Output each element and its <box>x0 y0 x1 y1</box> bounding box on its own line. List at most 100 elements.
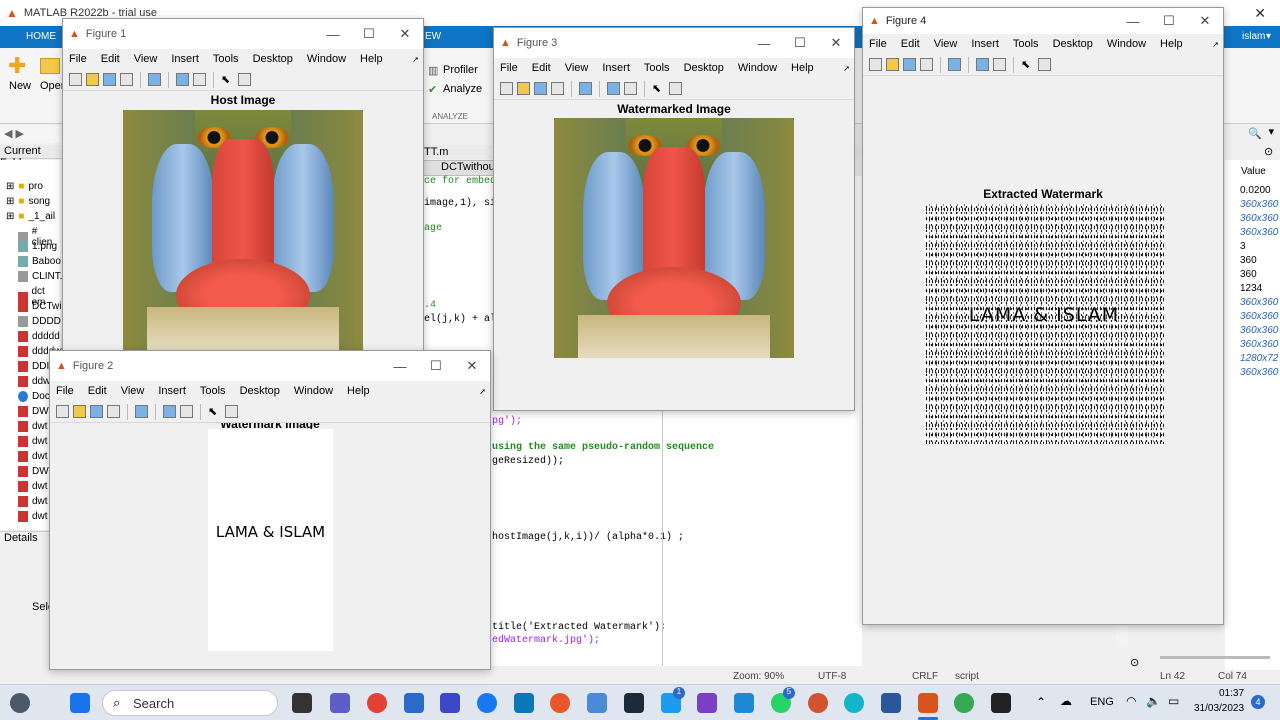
open-file-icon[interactable] <box>86 73 99 86</box>
minimize-icon[interactable]: — <box>1115 14 1151 29</box>
list-item[interactable]: DW <box>18 406 49 417</box>
list-item[interactable]: 1.png <box>18 241 57 252</box>
save-icon[interactable] <box>903 58 916 71</box>
terminal-icon[interactable] <box>991 693 1011 713</box>
tab-view[interactable]: EW <box>425 31 441 42</box>
list-item[interactable]: DDI <box>18 361 49 372</box>
list-item[interactable]: ⊞ ■ pro <box>6 181 43 192</box>
battery-icon[interactable]: ▭ <box>1168 694 1179 708</box>
property-editor-icon[interactable] <box>669 82 682 95</box>
list-item[interactable]: dwt <box>18 451 48 462</box>
link-plot-icon[interactable] <box>579 82 592 95</box>
new-figure-icon[interactable] <box>869 58 882 71</box>
app-icon[interactable] <box>550 693 570 713</box>
menu-tools[interactable]: Tools <box>1013 38 1039 50</box>
list-item[interactable]: ddddd <box>18 331 60 342</box>
back-icon[interactable]: ◀ ▶ <box>4 127 24 140</box>
menu-tools[interactable]: Tools <box>213 53 239 65</box>
workspace-dropdown[interactable]: ▾ <box>1225 125 1280 139</box>
maximize-icon[interactable]: ☐ <box>1151 13 1187 29</box>
menu-help[interactable]: Help <box>791 62 814 74</box>
matlab-icon[interactable] <box>918 693 938 713</box>
user-chevron-icon[interactable]: ▾ <box>1266 31 1271 42</box>
word-icon[interactable] <box>881 693 901 713</box>
clock-date[interactable]: 31/03/2023 <box>1194 703 1244 714</box>
list-item[interactable]: Doc <box>18 391 50 402</box>
new-figure-icon[interactable] <box>56 405 69 418</box>
legend-icon[interactable] <box>180 405 193 418</box>
dock-arrow-icon[interactable]: ➚ <box>412 55 419 64</box>
close-icon[interactable]: ✕ <box>818 35 854 51</box>
task-view-icon[interactable] <box>292 693 312 713</box>
menu-view[interactable]: View <box>565 62 589 74</box>
figure4-titlebar[interactable]: ▲ Figure 4 — ☐ ✕ <box>863 8 1223 34</box>
menu-file[interactable]: File <box>69 53 87 65</box>
app-icon[interactable] <box>440 693 460 713</box>
volume-icon[interactable]: 🔈 <box>1146 694 1161 708</box>
new-figure-icon[interactable] <box>69 73 82 86</box>
menu-desktop[interactable]: Desktop <box>253 53 293 65</box>
menu-tools[interactable]: Tools <box>200 385 226 397</box>
tab-home[interactable]: HOME <box>26 31 56 42</box>
save-icon[interactable] <box>534 82 547 95</box>
menu-view[interactable]: View <box>134 53 158 65</box>
maximize-icon[interactable]: ☐ <box>351 26 387 42</box>
list-item[interactable]: dwt <box>18 481 48 492</box>
tab-dctwithout[interactable]: DCTwithout <box>422 160 498 176</box>
store-icon[interactable] <box>404 693 424 713</box>
new-figure-icon[interactable] <box>500 82 513 95</box>
list-item[interactable]: ddwi <box>18 376 53 387</box>
chrome-profile-icon[interactable] <box>954 693 974 713</box>
pointer-icon[interactable]: ⬉ <box>1021 58 1034 71</box>
cloud-icon[interactable]: ☁ <box>1060 694 1072 708</box>
clock-time[interactable]: 01:37 <box>1219 688 1244 699</box>
menu-file[interactable]: File <box>869 38 887 50</box>
save-icon[interactable] <box>90 405 103 418</box>
property-editor-icon[interactable] <box>238 73 251 86</box>
menu-file[interactable]: File <box>56 385 74 397</box>
menu-insert[interactable]: Insert <box>971 38 999 50</box>
menu-window[interactable]: Window <box>1107 38 1146 50</box>
pointer-icon[interactable]: ⬉ <box>208 405 221 418</box>
list-item[interactable]: DCTwi <box>18 301 61 312</box>
list-item[interactable]: DDDD <box>18 316 61 327</box>
close-icon[interactable]: ✕ <box>387 26 423 42</box>
widgets-icon[interactable] <box>10 693 30 713</box>
menu-view[interactable]: View <box>121 385 145 397</box>
print-icon[interactable] <box>107 405 120 418</box>
figure1-window[interactable]: ▲ Figure 1 — ☐ ✕ File Edit View Insert Tools De… <box>62 18 424 352</box>
menu-edit[interactable]: Edit <box>101 53 120 65</box>
start-windows-icon[interactable] <box>70 693 90 713</box>
list-item[interactable]: dwt <box>18 436 48 447</box>
wifi-icon[interactable]: ◠ <box>1126 694 1136 708</box>
menu-insert[interactable]: Insert <box>602 62 630 74</box>
list-item[interactable]: dwt <box>18 496 48 507</box>
user-label[interactable]: islam <box>1242 31 1265 42</box>
figure1-titlebar[interactable]: ▲ Figure 1 — ☐ ✕ <box>63 19 423 49</box>
menu-view[interactable]: View <box>934 38 958 50</box>
colorbar-icon[interactable] <box>607 82 620 95</box>
open-file-icon[interactable] <box>73 405 86 418</box>
taskbar-search-box[interactable]: ⌕ Search <box>102 690 278 716</box>
minimize-icon[interactable]: — <box>315 27 351 42</box>
property-editor-icon[interactable] <box>225 405 238 418</box>
dock-arrow-icon[interactable]: ➚ <box>479 387 486 396</box>
workspace-scrollbar[interactable] <box>1160 656 1270 659</box>
maximize-icon[interactable]: ☐ <box>782 35 818 51</box>
devhome-icon[interactable] <box>624 693 644 713</box>
facebook-icon[interactable] <box>477 693 497 713</box>
notification-badge[interactable]: 4 <box>1251 695 1265 709</box>
menu-edit[interactable]: Edit <box>901 38 920 50</box>
collapse-icon[interactable]: ⊙ <box>1264 145 1273 158</box>
open-file-icon[interactable] <box>517 82 530 95</box>
menu-help[interactable]: Help <box>1160 38 1183 50</box>
menu-file[interactable]: File <box>500 62 518 74</box>
visual-studio-icon[interactable] <box>697 693 717 713</box>
figure3-titlebar[interactable]: ▲ Figure 3 — ☐ ✕ <box>494 28 854 58</box>
analyze-button[interactable]: Analyze <box>443 83 482 95</box>
menu-window[interactable]: Window <box>738 62 777 74</box>
list-item[interactable]: ⊞ ■ _1_ail <box>6 211 55 222</box>
dock-arrow-icon[interactable]: ➚ <box>843 64 850 73</box>
pointer-icon[interactable]: ⬉ <box>652 82 665 95</box>
tray-chevron-icon[interactable]: ⌃ <box>1036 695 1046 709</box>
